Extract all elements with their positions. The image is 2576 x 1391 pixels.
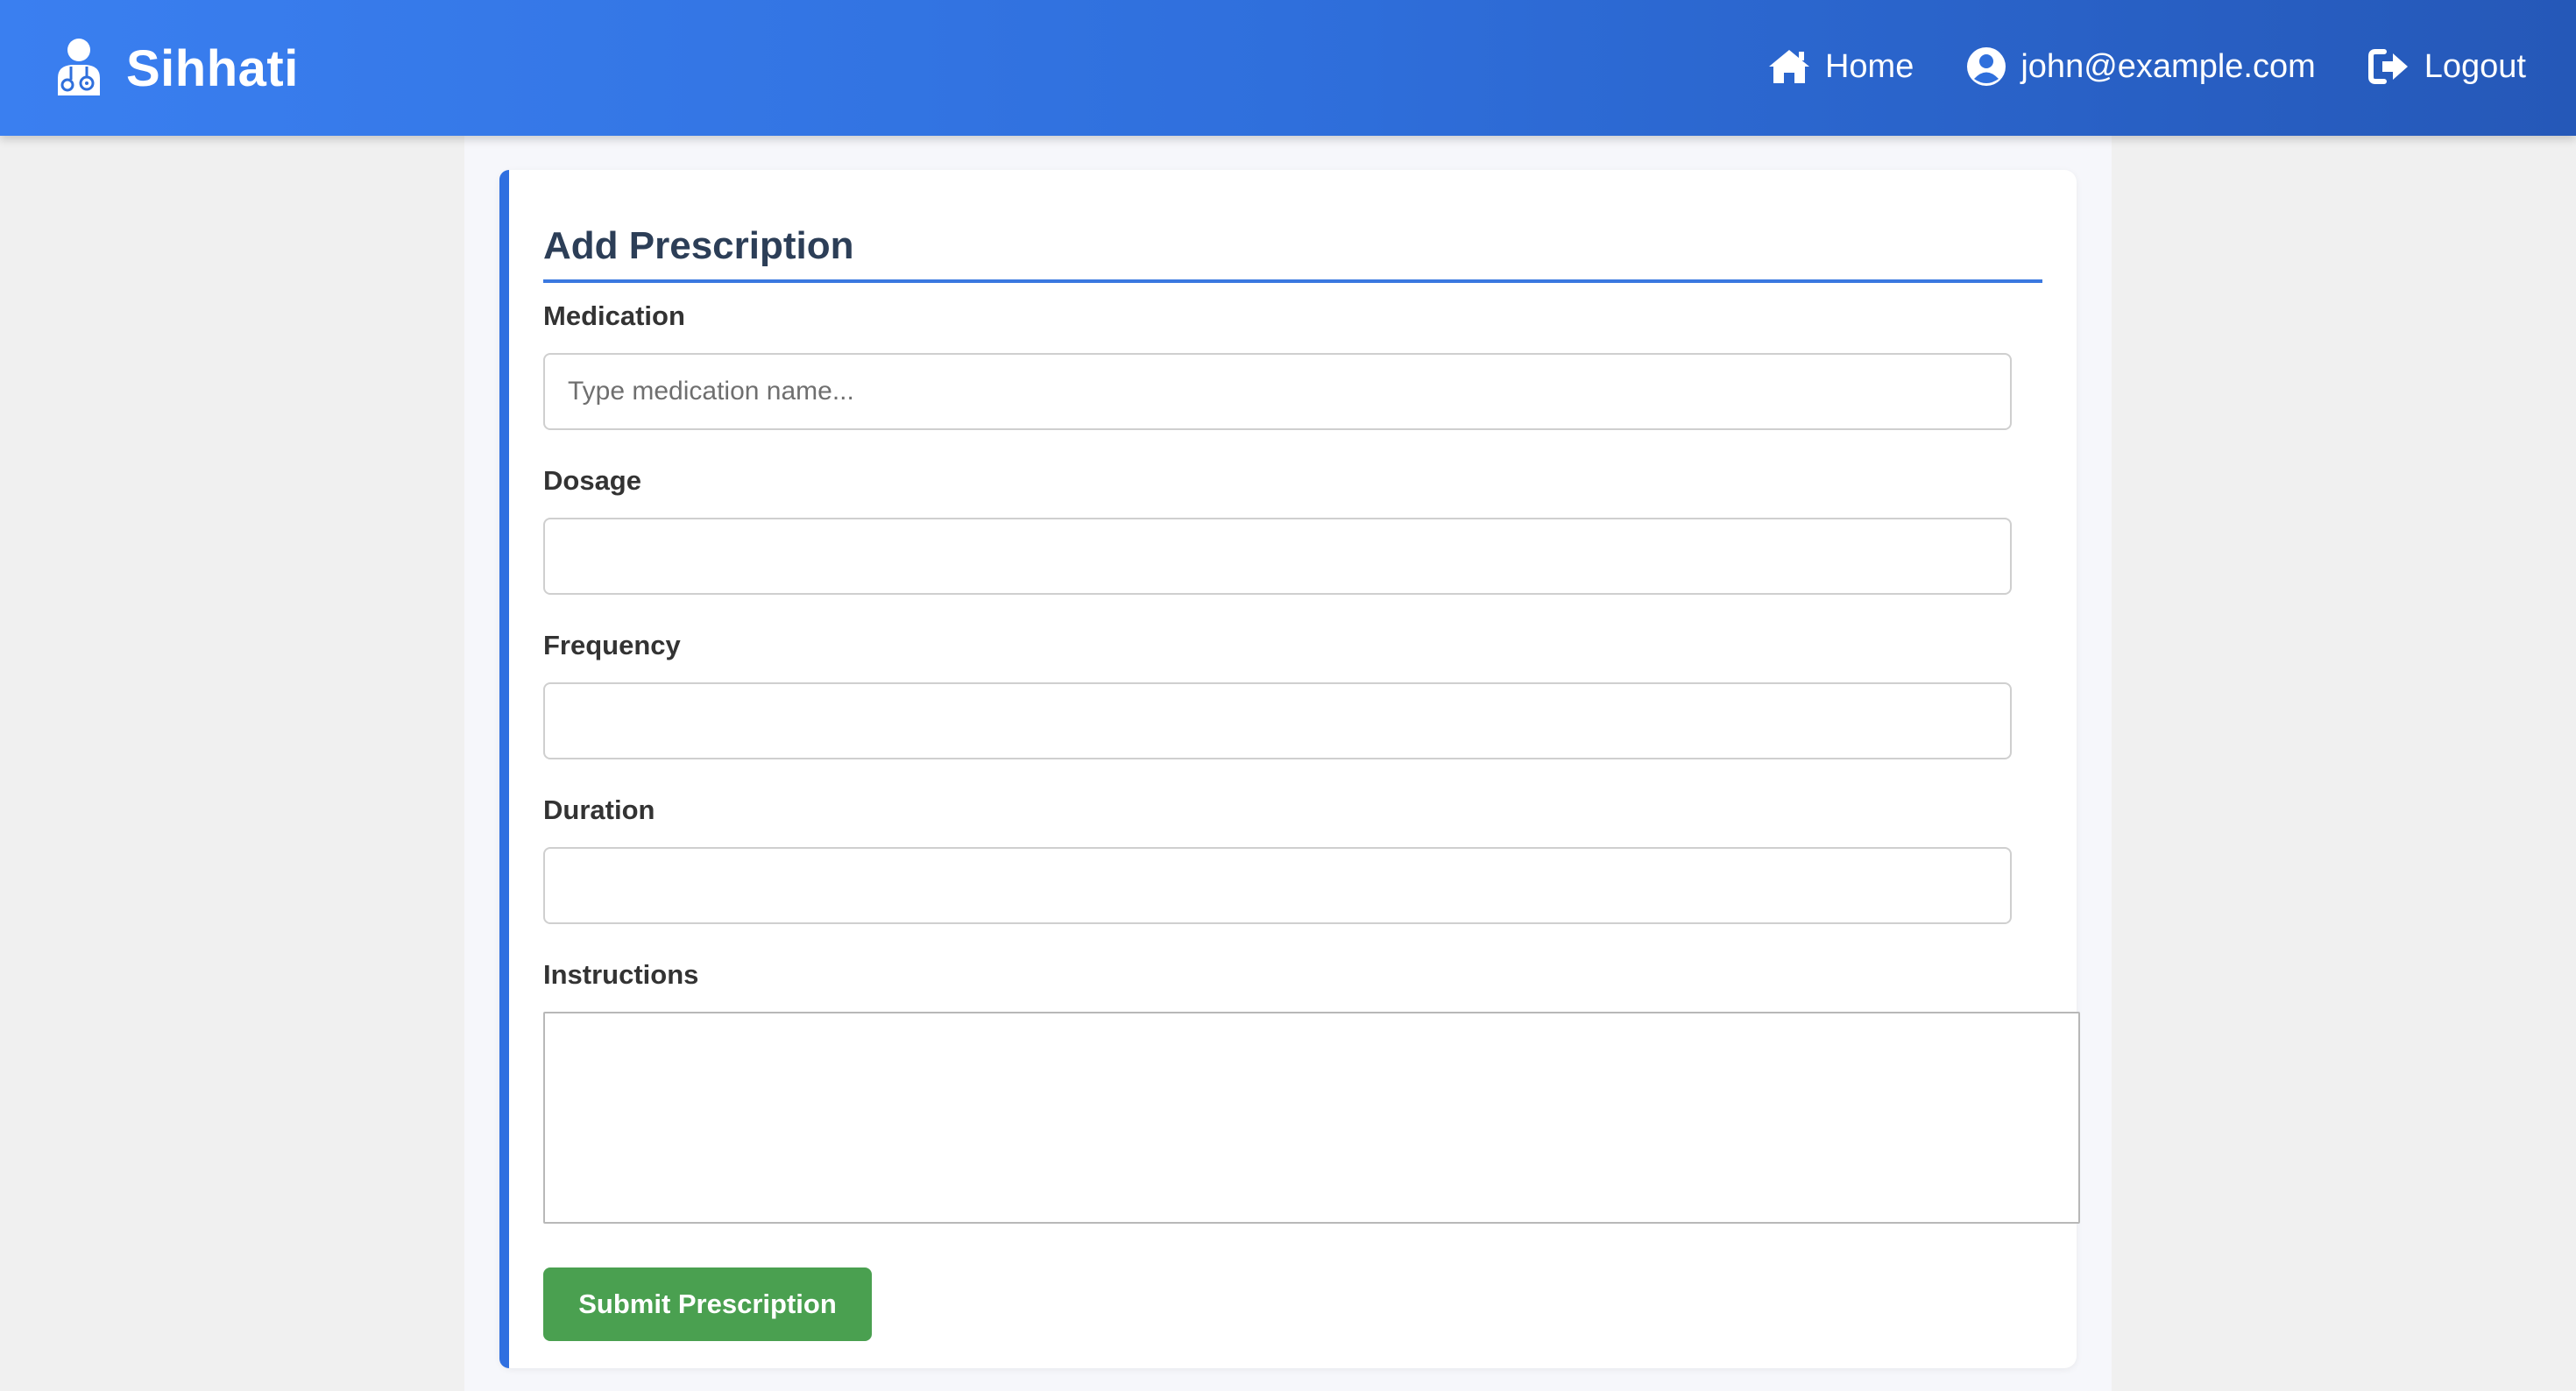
top-navbar: Sihhati Home john@example.com Logout xyxy=(0,0,2576,136)
frequency-label: Frequency xyxy=(543,630,681,660)
doctor-icon xyxy=(58,39,100,95)
instructions-label: Instructions xyxy=(543,959,699,990)
submit-prescription-button[interactable]: Submit Prescription xyxy=(543,1267,872,1341)
form-title: Add Prescription xyxy=(543,224,854,267)
nav-user-email: john@example.com xyxy=(2020,47,2316,85)
duration-label: Duration xyxy=(543,794,655,825)
nav-user-link[interactable]: john@example.com xyxy=(1966,46,2316,87)
user-circle-icon xyxy=(1967,47,2006,86)
duration-input[interactable] xyxy=(543,847,2012,924)
instructions-textarea[interactable] xyxy=(543,1012,2080,1224)
nav-logout-label: Logout xyxy=(2424,47,2526,85)
nav-home-link[interactable]: Home xyxy=(1767,48,1914,86)
dosage-label: Dosage xyxy=(543,465,641,496)
medication-label: Medication xyxy=(543,300,685,331)
title-divider xyxy=(543,279,2042,283)
dosage-input[interactable] xyxy=(543,518,2012,595)
nav-links: Home john@example.com Logout xyxy=(1715,42,2526,91)
card-accent-bar xyxy=(499,170,509,1368)
brand[interactable]: Sihhati xyxy=(53,33,299,103)
home-icon xyxy=(1768,50,1809,83)
brand-name: Sihhati xyxy=(126,39,299,97)
frequency-input[interactable] xyxy=(543,682,2012,759)
nav-home-label: Home xyxy=(1824,47,1914,85)
medication-input[interactable] xyxy=(543,353,2012,430)
logout-icon xyxy=(2367,49,2408,84)
prescription-form-card: Add Prescription Medication Dosage Frequ… xyxy=(499,170,2080,1368)
nav-logout-link[interactable]: Logout xyxy=(2367,47,2526,86)
